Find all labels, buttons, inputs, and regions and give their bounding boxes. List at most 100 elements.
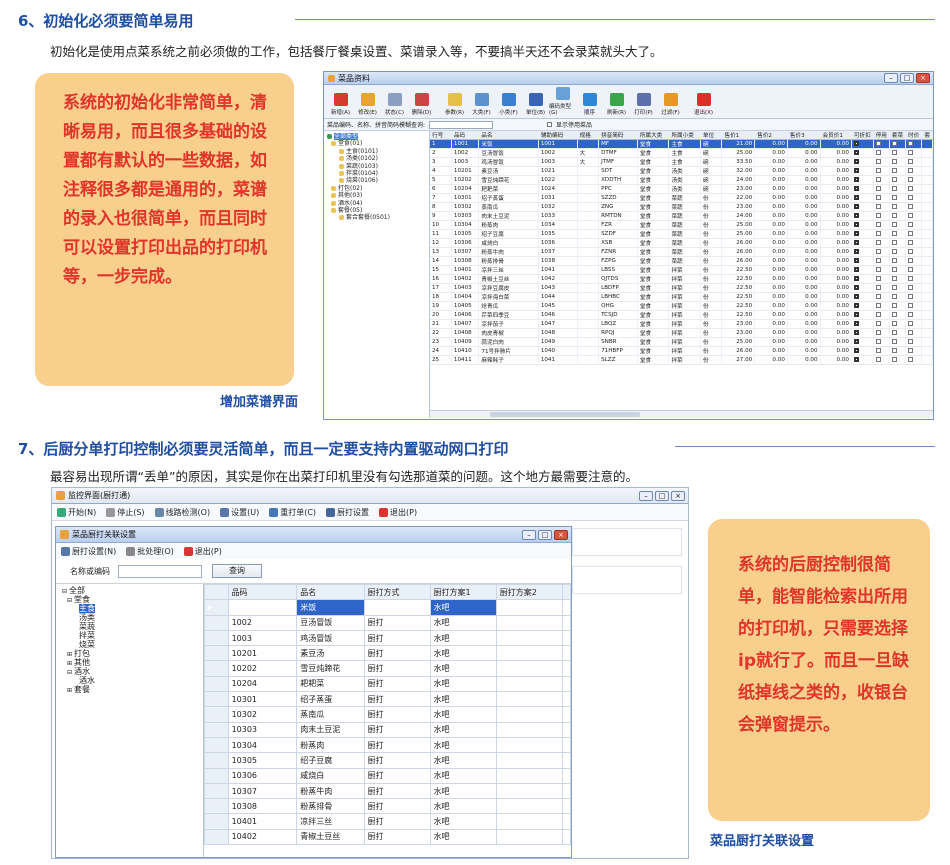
row-checkbox[interactable] bbox=[851, 211, 874, 222]
table-cell[interactable]: 耙耙菜 bbox=[296, 675, 365, 693]
row-checkbox[interactable] bbox=[905, 265, 923, 276]
table-cell[interactable]: 10202 bbox=[227, 660, 298, 677]
row-checkbox[interactable] bbox=[889, 355, 907, 366]
table-cell[interactable]: 厨打 bbox=[363, 828, 431, 846]
table-cell[interactable]: 水吧 bbox=[429, 767, 497, 784]
table-row[interactable]: 3 1003 鸡汤冒饭 1003 大 JTMF 堂食 主食碗 33.50 0.00 0.00 0.00 bbox=[430, 157, 933, 168]
row-checkbox[interactable] bbox=[851, 220, 874, 231]
name-code-input[interactable] bbox=[118, 564, 202, 578]
table-cell[interactable]: 咸烧白 bbox=[296, 767, 365, 784]
row-checkbox[interactable] bbox=[873, 274, 890, 285]
row-checkbox[interactable] bbox=[905, 220, 923, 231]
row-selector[interactable] bbox=[204, 675, 229, 693]
table-cell[interactable]: 厨打 bbox=[363, 645, 431, 662]
tree-node[interactable]: 堂食(01) bbox=[327, 140, 426, 147]
row-checkbox[interactable] bbox=[889, 265, 907, 276]
row-checkbox[interactable] bbox=[873, 328, 890, 339]
row-checkbox[interactable] bbox=[905, 184, 923, 195]
column-header[interactable]: 厨打方案2 bbox=[495, 584, 563, 601]
row-checkbox[interactable] bbox=[905, 328, 923, 339]
row-checkbox[interactable] bbox=[905, 319, 923, 330]
menu-item[interactable]: 设置(U) bbox=[220, 507, 259, 518]
table-cell[interactable] bbox=[495, 675, 563, 693]
row-checkbox[interactable] bbox=[905, 256, 923, 267]
row-checkbox[interactable] bbox=[873, 292, 890, 303]
table-row[interactable]: 1002 豆汤冒饭 厨打 水吧 bbox=[204, 614, 571, 631]
row-checkbox[interactable] bbox=[851, 193, 874, 204]
table-cell[interactable]: 10301 bbox=[227, 691, 298, 708]
close-button[interactable]: × bbox=[554, 529, 568, 540]
menu-item[interactable]: 停止(S) bbox=[106, 507, 145, 518]
table-row[interactable]: 7 10301 绍子蒸蛋 1031 SZZD 堂食 菜蔬份 22.00 0.00 0.00 0.00 bbox=[430, 193, 933, 204]
row-checkbox[interactable] bbox=[873, 346, 890, 357]
table-cell[interactable] bbox=[495, 614, 563, 631]
table-cell[interactable] bbox=[495, 629, 563, 647]
row-checkbox[interactable] bbox=[905, 283, 923, 294]
row-checkbox[interactable] bbox=[873, 148, 890, 159]
row-checkbox[interactable] bbox=[873, 310, 890, 321]
close-button[interactable]: × bbox=[671, 490, 685, 501]
table-cell[interactable]: 10401 bbox=[227, 813, 298, 830]
row-checkbox[interactable] bbox=[851, 166, 874, 177]
row-checkbox[interactable] bbox=[851, 238, 874, 249]
row-checkbox[interactable] bbox=[905, 301, 923, 312]
row-checkbox[interactable] bbox=[905, 229, 923, 240]
row-checkbox[interactable] bbox=[873, 337, 890, 348]
row-checkbox[interactable] bbox=[851, 148, 874, 159]
search-input[interactable] bbox=[429, 120, 494, 129]
menu-item[interactable]: 批处理(O) bbox=[126, 546, 174, 557]
table-cell[interactable]: 厨打 bbox=[363, 660, 431, 677]
column-header[interactable]: 会员价1 bbox=[820, 131, 852, 141]
table-cell[interactable]: 水吧 bbox=[429, 828, 497, 846]
table-cell[interactable]: 粉蒸排骨 bbox=[296, 798, 365, 815]
table-cell[interactable]: 1001 bbox=[227, 599, 298, 616]
table-row[interactable]: 16 10402 青椒土豆丝 1042 QJTDS 堂食 拌菜份 22.50 0.00 0.00 0… bbox=[430, 274, 933, 285]
row-checkbox[interactable] bbox=[873, 301, 890, 312]
column-header[interactable]: 辅助编码 bbox=[538, 131, 578, 141]
column-header[interactable]: 厨打方案1 bbox=[429, 584, 497, 601]
table-row[interactable]: 5 10202 雪豆炖蹄花 1022 XDDTH 堂食 汤类碗 24.00 0.00 0.00 0.… bbox=[430, 175, 933, 186]
column-header[interactable]: 停用 bbox=[873, 131, 890, 141]
toolbar-button[interactable]: 过滤(F) bbox=[657, 85, 684, 118]
row-selector[interactable] bbox=[204, 736, 229, 754]
tree-node[interactable]: 汤类(0102) bbox=[327, 155, 426, 162]
table-cell[interactable]: 水吧 bbox=[429, 798, 497, 815]
row-checkbox[interactable] bbox=[851, 319, 874, 330]
toolbar-button[interactable]: 参数(R) bbox=[441, 85, 468, 118]
row-checkbox[interactable] bbox=[851, 337, 874, 348]
row-checkbox[interactable] bbox=[873, 355, 890, 366]
table-cell[interactable]: 10302 bbox=[227, 706, 298, 723]
table-cell[interactable]: 水吧 bbox=[429, 736, 497, 754]
table-cell[interactable]: 水吧 bbox=[429, 721, 497, 738]
maximize-button[interactable]: □ bbox=[538, 529, 552, 540]
column-header[interactable]: 规格 bbox=[577, 131, 600, 141]
row-checkbox[interactable] bbox=[905, 337, 923, 348]
table-cell[interactable]: 水吧 bbox=[429, 782, 497, 800]
table-cell[interactable] bbox=[495, 782, 563, 800]
menu-item[interactable]: 厨打设置 bbox=[326, 507, 369, 518]
column-header[interactable]: 可折扣 bbox=[851, 131, 874, 141]
column-header[interactable]: 售价1 bbox=[721, 131, 756, 141]
table-cell[interactable] bbox=[495, 752, 563, 769]
table-cell[interactable]: 素豆汤 bbox=[296, 645, 365, 662]
table-cell[interactable]: 厨打 bbox=[363, 782, 431, 800]
table-cell[interactable]: 厨打 bbox=[363, 767, 431, 784]
table-row[interactable]: 21 10407 凉拌茄子 1047 LBQZ 堂食 拌菜份 23.00 0.00 0.00 0.0… bbox=[430, 319, 933, 330]
table-row[interactable]: 19 10405 炝青瓜 1045 QHG 堂食 拌菜份 22.50 0.00 0.00 0.00 bbox=[430, 301, 933, 312]
row-checkbox[interactable] bbox=[851, 229, 874, 240]
row-selector[interactable] bbox=[204, 721, 229, 738]
column-header[interactable]: 品码 bbox=[451, 131, 480, 141]
table-row[interactable]: 10402 青椒土豆丝 厨打 水吧 bbox=[204, 828, 571, 846]
tree-node[interactable]: 套合套餐(0501) bbox=[327, 214, 426, 221]
table-cell[interactable]: 1003 bbox=[227, 629, 298, 647]
table-cell[interactable]: 水吧 bbox=[429, 813, 497, 830]
table-cell[interactable]: 厨打 bbox=[363, 614, 431, 631]
row-checkbox[interactable] bbox=[851, 274, 874, 285]
column-header[interactable]: 厨打方式 bbox=[363, 584, 431, 601]
table-cell[interactable]: 10307 bbox=[227, 782, 298, 800]
table-cell[interactable]: 水吧 bbox=[429, 629, 497, 647]
row-checkbox[interactable] bbox=[889, 166, 907, 177]
row-checkbox[interactable] bbox=[889, 247, 907, 258]
row-checkbox[interactable] bbox=[905, 148, 923, 159]
table-row[interactable]: 10303 肉末土豆泥 厨打 水吧 bbox=[204, 721, 571, 738]
